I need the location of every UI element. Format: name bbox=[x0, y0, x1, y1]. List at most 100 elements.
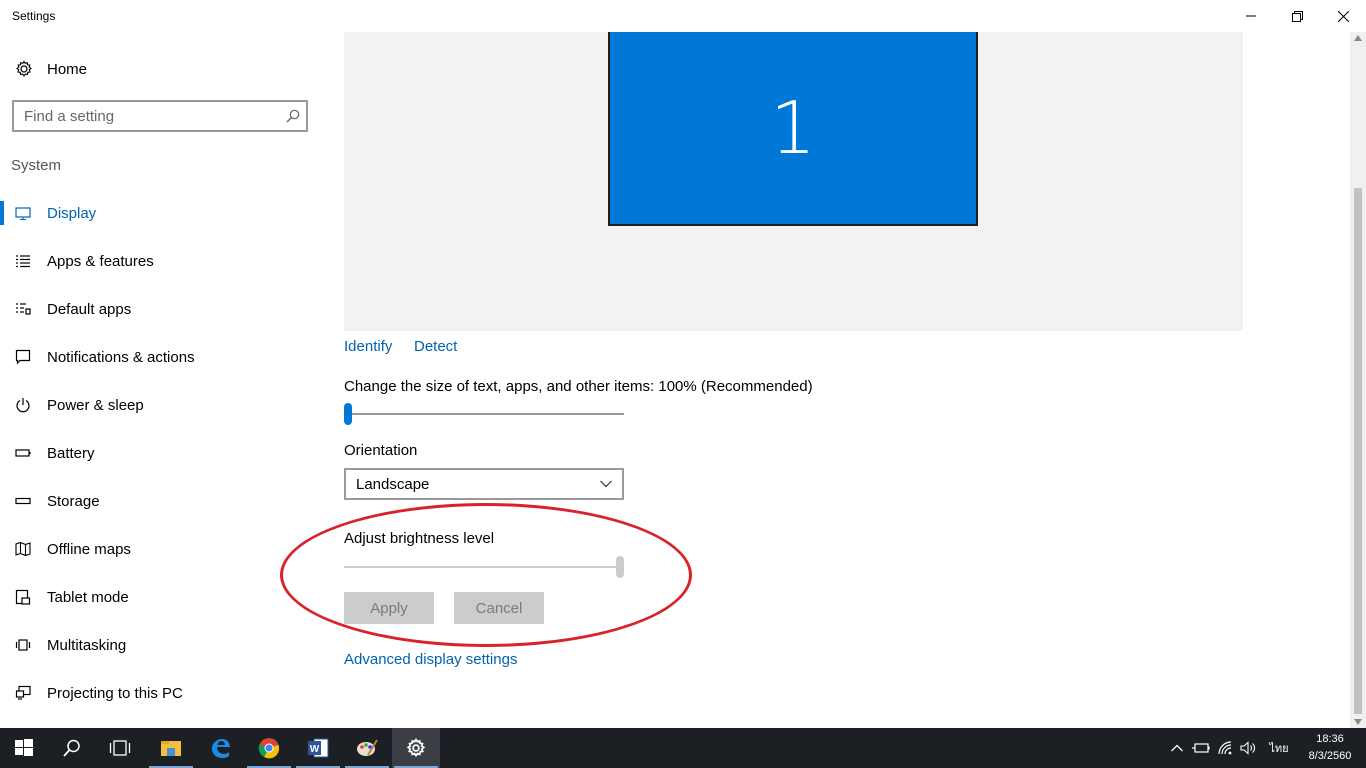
scale-slider-track bbox=[344, 413, 624, 415]
multitasking-icon bbox=[0, 635, 47, 655]
taskbar-word[interactable]: W bbox=[294, 728, 342, 768]
monitor-icon bbox=[0, 203, 47, 223]
sidebar-item-notifications[interactable]: Notifications & actions bbox=[0, 333, 320, 381]
red-highlight-ellipse bbox=[280, 503, 692, 647]
identify-link[interactable]: Identify bbox=[344, 338, 392, 355]
sidebar-item-label: Storage bbox=[47, 492, 100, 510]
window-title: Settings bbox=[12, 9, 56, 23]
svg-text:W: W bbox=[310, 744, 320, 755]
sidebar-item-storage[interactable]: Storage bbox=[0, 477, 320, 525]
scale-slider[interactable] bbox=[344, 402, 624, 426]
volume-icon bbox=[1240, 741, 1255, 755]
scrollbar-thumb[interactable] bbox=[1354, 188, 1362, 714]
close-icon bbox=[1337, 10, 1349, 22]
home-nav[interactable]: Home bbox=[0, 52, 320, 86]
sidebar-item-label: Tablet mode bbox=[47, 588, 129, 606]
sidebar-item-label: Notifications & actions bbox=[47, 348, 195, 366]
battery-icon bbox=[0, 443, 47, 463]
orientation-label: Orientation bbox=[344, 442, 418, 459]
orientation-value: Landscape bbox=[356, 475, 430, 493]
default-apps-icon bbox=[0, 299, 47, 319]
minimize-button[interactable] bbox=[1228, 0, 1274, 32]
scale-label: Change the size of text, apps, and other… bbox=[344, 378, 813, 395]
task-view-button[interactable] bbox=[96, 728, 144, 768]
sidebar-item-offline-maps[interactable]: Offline maps bbox=[0, 525, 320, 573]
search-input[interactable] bbox=[14, 102, 274, 130]
tablet-icon bbox=[0, 587, 47, 607]
projecting-icon bbox=[0, 683, 47, 703]
tray-volume[interactable] bbox=[1238, 728, 1258, 768]
tray-battery[interactable] bbox=[1190, 728, 1212, 768]
tray-network[interactable] bbox=[1215, 728, 1237, 768]
sidebar-item-label: Multitasking bbox=[47, 636, 127, 654]
scroll-down-icon[interactable] bbox=[1354, 719, 1362, 725]
section-header: System bbox=[11, 157, 62, 174]
clock[interactable]: 18:36 8/3/2560 bbox=[1300, 731, 1360, 765]
list-icon bbox=[0, 251, 47, 271]
notification-icon bbox=[0, 347, 47, 367]
search-icon bbox=[63, 739, 80, 757]
taskbar-settings[interactable] bbox=[392, 728, 440, 768]
close-button[interactable] bbox=[1320, 0, 1366, 32]
sidebar-item-label: Battery bbox=[47, 444, 95, 462]
sidebar-item-apps-features[interactable]: Apps & features bbox=[0, 237, 320, 285]
home-label: Home bbox=[47, 60, 88, 78]
sidebar-item-default-apps[interactable]: Default apps bbox=[0, 285, 320, 333]
sidebar-item-battery[interactable]: Battery bbox=[0, 429, 320, 477]
search-icon[interactable] bbox=[286, 109, 300, 128]
restore-icon bbox=[1291, 10, 1303, 22]
scale-slider-thumb[interactable] bbox=[344, 403, 352, 425]
start-icon bbox=[15, 739, 33, 756]
sidebar-item-label: Projecting to this PC bbox=[47, 684, 183, 702]
start-button[interactable] bbox=[0, 728, 48, 768]
sidebar-item-label: Apps & features bbox=[47, 252, 154, 270]
vertical-scrollbar[interactable] bbox=[1350, 32, 1366, 728]
restore-button[interactable] bbox=[1274, 0, 1320, 32]
settings-icon bbox=[406, 738, 426, 758]
power-icon bbox=[0, 395, 47, 415]
clock-date: 8/3/2560 bbox=[1308, 750, 1352, 762]
taskbar-paint[interactable] bbox=[343, 728, 391, 768]
word-icon: W bbox=[308, 738, 329, 758]
sidebar-item-tablet-mode[interactable]: Tablet mode bbox=[0, 573, 320, 621]
detect-link[interactable]: Detect bbox=[414, 338, 457, 355]
sidebar-item-label: Power & sleep bbox=[47, 396, 144, 414]
sidebar-item-display[interactable]: Display bbox=[0, 189, 320, 237]
sidebar-item-multitasking[interactable]: Multitasking bbox=[0, 621, 320, 669]
sidebar-item-label: Default apps bbox=[47, 300, 132, 318]
file-explorer-icon bbox=[161, 741, 181, 756]
wifi-icon bbox=[1218, 741, 1232, 755]
show-hidden-icons-button[interactable] bbox=[1168, 728, 1186, 768]
input-language-indicator[interactable]: ไทย bbox=[1264, 728, 1294, 768]
advanced-display-settings-link[interactable]: Advanced display settings bbox=[344, 651, 517, 668]
display-arrangement-preview: 1 bbox=[344, 32, 1243, 331]
taskbar-search-button[interactable] bbox=[48, 728, 96, 768]
sidebar-item-power-sleep[interactable]: Power & sleep bbox=[0, 381, 320, 429]
sidebar: Home System Display Apps & features Defa… bbox=[0, 32, 320, 728]
map-icon bbox=[0, 539, 47, 559]
chevron-down-icon bbox=[590, 480, 622, 488]
sidebar-item-label: Offline maps bbox=[47, 540, 131, 558]
system-nav: Display Apps & features Default apps Not… bbox=[0, 189, 320, 717]
minimize-icon bbox=[1246, 15, 1256, 17]
taskbar: W ไทย 18:36 8/3/2560 bbox=[0, 728, 1366, 768]
gear-icon bbox=[0, 60, 47, 78]
taskbar-file-explorer[interactable] bbox=[147, 728, 195, 768]
sidebar-item-label: Display bbox=[47, 204, 97, 222]
storage-icon bbox=[0, 491, 47, 511]
chrome-icon bbox=[258, 738, 280, 759]
task-view-icon bbox=[109, 740, 131, 756]
search-box bbox=[12, 100, 308, 132]
orientation-dropdown[interactable]: Landscape bbox=[344, 468, 624, 500]
taskbar-edge[interactable] bbox=[196, 728, 244, 768]
sidebar-item-projecting[interactable]: Projecting to this PC bbox=[0, 669, 320, 717]
monitor-tile[interactable]: 1 bbox=[608, 32, 978, 226]
chevron-up-icon bbox=[1171, 744, 1183, 752]
battery-charging-icon bbox=[1192, 743, 1210, 753]
scroll-up-icon[interactable] bbox=[1354, 35, 1362, 41]
edge-icon bbox=[212, 739, 230, 758]
clock-time: 18:36 bbox=[1316, 733, 1344, 745]
taskbar-chrome[interactable] bbox=[245, 728, 293, 768]
title-bar: Settings bbox=[0, 0, 1366, 32]
paint-icon bbox=[357, 739, 378, 756]
